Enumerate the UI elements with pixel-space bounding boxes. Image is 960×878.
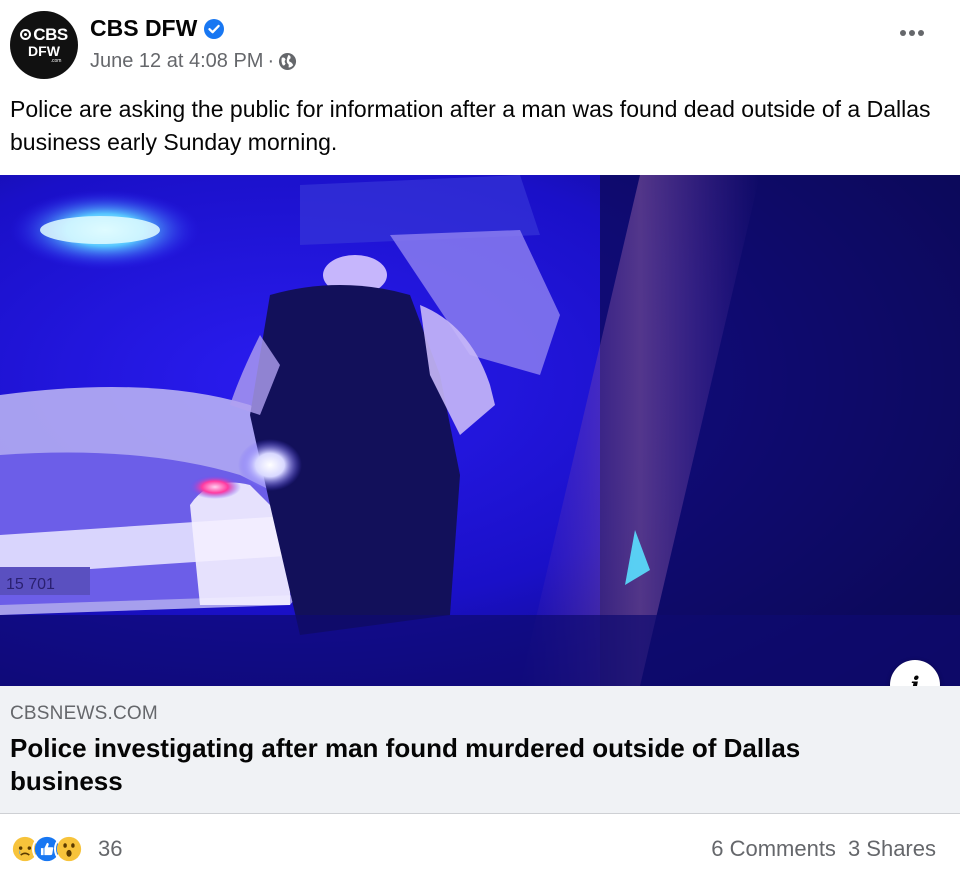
meta-separator: · [267, 50, 275, 72]
post-meta: June 12 at 4:08 PM · [90, 50, 297, 73]
link-title[interactable]: Police investigating after man found mur… [10, 732, 910, 798]
avatar-text-dfw: DFW [28, 43, 60, 59]
page-name[interactable]: CBS DFW [90, 15, 197, 42]
link-domain: CBSNEWS.COM [10, 703, 158, 724]
post-timestamp[interactable]: June 12 at 4:08 PM [90, 50, 263, 73]
police-scene-image: 15 701 [0, 175, 960, 686]
avatar-text-com: .com [50, 58, 62, 64]
comments-count-link[interactable]: 6 Comments [711, 836, 836, 862]
reactions-summary[interactable]: 36 [10, 834, 122, 864]
engagement-stats: 6 Comments 3 Shares [711, 836, 936, 862]
post-caption: Police are asking the public for informa… [10, 96, 931, 155]
reaction-count[interactable]: 36 [98, 836, 122, 862]
post-header: CBS DFW .com CBS DFW June 12 at 4:08 PM … [0, 0, 960, 90]
page-avatar[interactable]: CBS DFW .com [10, 11, 78, 79]
page-name-link[interactable]: CBS DFW [90, 15, 225, 42]
cbs-eye-logo-icon [20, 29, 32, 40]
link-preview-card[interactable]: CBSNEWS.COM Police investigating after m… [0, 686, 960, 814]
link-preview-image[interactable]: 15 701 [0, 175, 960, 686]
license-plate-text: 15 701 [6, 576, 55, 593]
avatar-text-cbs: CBS [33, 25, 68, 44]
more-options-icon[interactable] [900, 30, 924, 36]
wow-reaction-icon [54, 834, 84, 864]
globe-icon[interactable] [278, 52, 297, 71]
engagement-bar: 36 6 Comments 3 Shares [0, 814, 960, 878]
shares-count-link[interactable]: 3 Shares [848, 836, 936, 862]
verified-badge-icon [204, 18, 225, 39]
